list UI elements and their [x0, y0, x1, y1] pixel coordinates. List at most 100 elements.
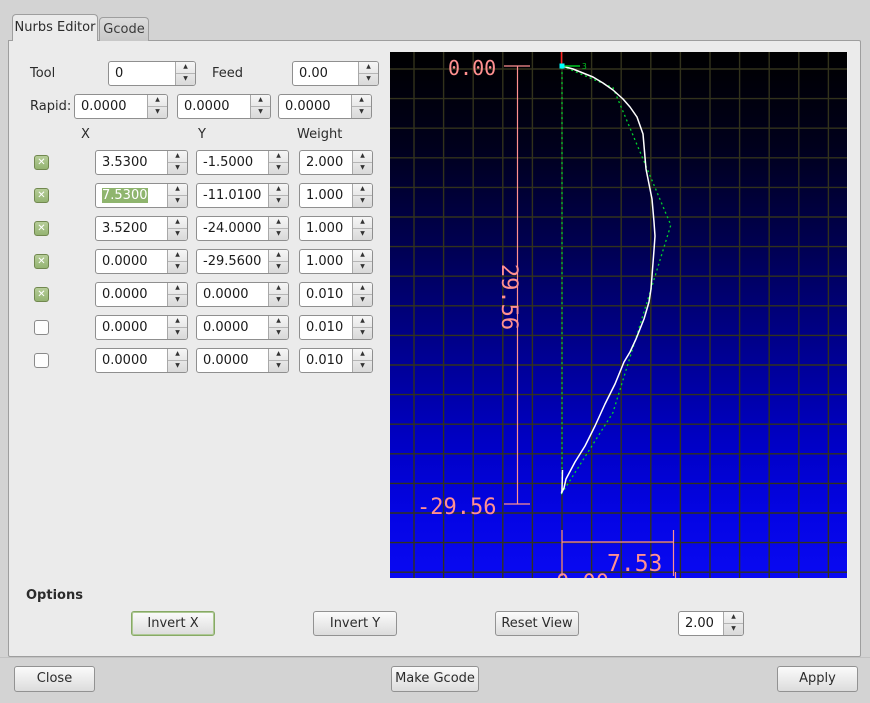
spin-down-button[interactable]: ▼: [269, 295, 288, 306]
make-gcode-button[interactable]: Make Gcode: [391, 666, 479, 692]
point-x-value[interactable]: 0.0000: [96, 283, 167, 306]
spin-down-button[interactable]: ▼: [176, 74, 195, 85]
spin-down-button[interactable]: ▼: [353, 328, 372, 339]
spin-down-button[interactable]: ▼: [353, 229, 372, 240]
spin-down-button[interactable]: ▼: [359, 74, 378, 85]
spin-up-button[interactable]: ▲: [353, 283, 372, 295]
spin-down-button[interactable]: ▼: [353, 262, 372, 273]
point-enabled-checkbox[interactable]: ✕: [34, 188, 49, 203]
rapid-z-spinbox[interactable]: 0.0000 ▲ ▼: [278, 94, 372, 119]
point-x-value[interactable]: 3.5300: [96, 151, 167, 174]
close-button[interactable]: Close: [14, 666, 95, 692]
spin-down-button[interactable]: ▼: [148, 107, 167, 118]
point-x-value[interactable]: 0.0000: [96, 316, 167, 339]
grid-size-value[interactable]: 2.00: [679, 612, 723, 635]
spin-down-button[interactable]: ▼: [251, 107, 270, 118]
invert-y-button[interactable]: Invert Y: [313, 611, 397, 636]
spin-down-button[interactable]: ▼: [269, 361, 288, 372]
apply-button[interactable]: Apply: [777, 666, 858, 692]
spin-down-button[interactable]: ▼: [353, 361, 372, 372]
rapid-x-spinbox[interactable]: 0.0000 ▲ ▼: [74, 94, 168, 119]
spin-up-button[interactable]: ▲: [269, 349, 288, 361]
spin-up-button[interactable]: ▲: [724, 612, 743, 624]
point-y-spinbox[interactable]: -29.5600 ▲ ▼: [196, 249, 289, 274]
feed-spinbox[interactable]: 0.00 ▲ ▼: [292, 61, 379, 86]
point-weight-value[interactable]: 1.000: [300, 250, 352, 273]
spin-down-button[interactable]: ▼: [724, 624, 743, 635]
spin-up-button[interactable]: ▲: [168, 316, 187, 328]
point-weight-value[interactable]: 0.010: [300, 316, 352, 339]
spin-up-button[interactable]: ▲: [269, 151, 288, 163]
spin-down-button[interactable]: ▼: [353, 295, 372, 306]
grid-size-spinbox[interactable]: 2.00 ▲ ▼: [678, 611, 744, 636]
spin-down-button[interactable]: ▼: [168, 361, 187, 372]
point-weight-spinbox[interactable]: 0.010 ▲ ▼: [299, 282, 373, 307]
point-x-spinbox[interactable]: 3.5200 ▲ ▼: [95, 216, 188, 241]
nurbs-preview-plot[interactable]: 0.00-29.567.530.0029.563: [390, 52, 848, 578]
spin-up-button[interactable]: ▲: [269, 184, 288, 196]
point-weight-spinbox[interactable]: 2.000 ▲ ▼: [299, 150, 373, 175]
spin-down-button[interactable]: ▼: [353, 196, 372, 207]
point-weight-value[interactable]: 1.000: [300, 184, 352, 207]
point-weight-spinbox[interactable]: 1.000 ▲ ▼: [299, 216, 373, 241]
point-x-value[interactable]: 0.0000: [96, 349, 167, 372]
spin-up-button[interactable]: ▲: [353, 151, 372, 163]
point-weight-spinbox[interactable]: 0.010 ▲ ▼: [299, 315, 373, 340]
tool-value[interactable]: 0: [109, 62, 175, 85]
spin-up-button[interactable]: ▲: [168, 151, 187, 163]
spin-up-button[interactable]: ▲: [269, 316, 288, 328]
spin-down-button[interactable]: ▼: [353, 163, 372, 174]
point-x-spinbox[interactable]: 7.5300 ▲ ▼: [95, 183, 188, 208]
tool-spinbox[interactable]: 0 ▲ ▼: [108, 61, 196, 86]
rapid-x-value[interactable]: 0.0000: [75, 95, 147, 118]
point-y-spinbox[interactable]: 0.0000 ▲ ▼: [196, 348, 289, 373]
spin-up-button[interactable]: ▲: [251, 95, 270, 107]
point-x-spinbox[interactable]: 0.0000 ▲ ▼: [95, 315, 188, 340]
spin-up-button[interactable]: ▲: [353, 217, 372, 229]
spin-down-button[interactable]: ▼: [168, 328, 187, 339]
point-y-value[interactable]: 0.0000: [197, 283, 268, 306]
point-x-value[interactable]: 7.5300: [96, 184, 167, 207]
spin-up-button[interactable]: ▲: [353, 349, 372, 361]
tab-nurbs-editor[interactable]: Nurbs Editor: [12, 14, 98, 41]
spin-down-button[interactable]: ▼: [168, 229, 187, 240]
spin-up-button[interactable]: ▲: [269, 217, 288, 229]
point-y-spinbox[interactable]: -1.5000 ▲ ▼: [196, 150, 289, 175]
point-enabled-checkbox[interactable]: ✕: [34, 221, 49, 236]
point-x-spinbox[interactable]: 3.5300 ▲ ▼: [95, 150, 188, 175]
point-x-spinbox[interactable]: 0.0000 ▲ ▼: [95, 348, 188, 373]
spin-up-button[interactable]: ▲: [176, 62, 195, 74]
spin-up-button[interactable]: ▲: [168, 217, 187, 229]
spin-up-button[interactable]: ▲: [168, 250, 187, 262]
spin-up-button[interactable]: ▲: [353, 250, 372, 262]
point-y-spinbox[interactable]: -24.0000 ▲ ▼: [196, 216, 289, 241]
point-weight-spinbox[interactable]: 1.000 ▲ ▼: [299, 183, 373, 208]
spin-up-button[interactable]: ▲: [353, 316, 372, 328]
reset-view-button[interactable]: Reset View: [495, 611, 579, 636]
point-y-value[interactable]: -29.5600: [197, 250, 268, 273]
rapid-y-value[interactable]: 0.0000: [178, 95, 250, 118]
point-enabled-checkbox[interactable]: [34, 353, 49, 368]
point-weight-value[interactable]: 0.010: [300, 283, 352, 306]
point-enabled-checkbox[interactable]: ✕: [34, 155, 49, 170]
spin-up-button[interactable]: ▲: [269, 283, 288, 295]
spin-up-button[interactable]: ▲: [168, 184, 187, 196]
point-enabled-checkbox[interactable]: ✕: [34, 254, 49, 269]
point-weight-value[interactable]: 2.000: [300, 151, 352, 174]
point-y-value[interactable]: -1.5000: [197, 151, 268, 174]
point-weight-value[interactable]: 1.000: [300, 217, 352, 240]
spin-up-button[interactable]: ▲: [353, 184, 372, 196]
spin-up-button[interactable]: ▲: [352, 95, 371, 107]
spin-up-button[interactable]: ▲: [359, 62, 378, 74]
tab-gcode[interactable]: Gcode: [99, 17, 149, 41]
point-weight-spinbox[interactable]: 0.010 ▲ ▼: [299, 348, 373, 373]
point-y-value[interactable]: -11.0100: [197, 184, 268, 207]
point-weight-value[interactable]: 0.010: [300, 349, 352, 372]
point-enabled-checkbox[interactable]: [34, 320, 49, 335]
spin-down-button[interactable]: ▼: [168, 163, 187, 174]
spin-down-button[interactable]: ▼: [269, 328, 288, 339]
point-y-value[interactable]: -24.0000: [197, 217, 268, 240]
invert-x-button[interactable]: Invert X: [131, 611, 215, 636]
point-weight-spinbox[interactable]: 1.000 ▲ ▼: [299, 249, 373, 274]
rapid-y-spinbox[interactable]: 0.0000 ▲ ▼: [177, 94, 271, 119]
